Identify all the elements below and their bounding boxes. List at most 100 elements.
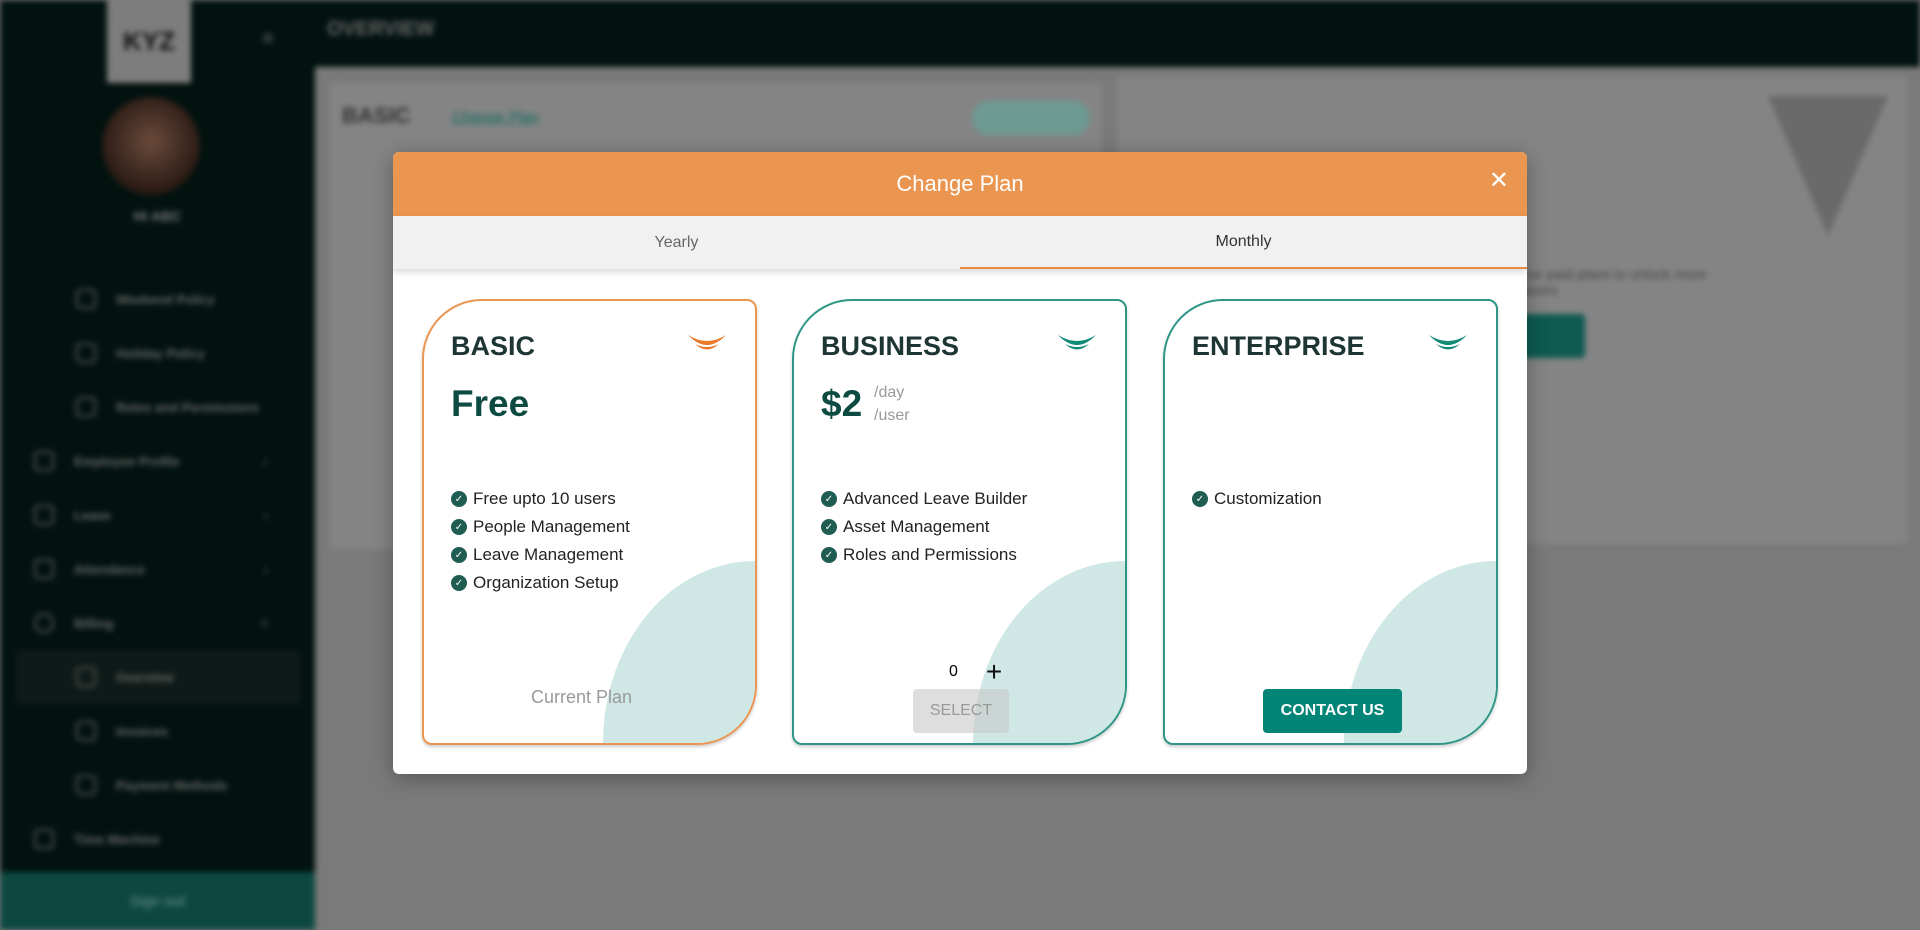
sidebar-item-attendance[interactable]: Attendance › [34,542,294,596]
check-icon: ✓ [821,519,837,535]
sidebar-item-payment-methods[interactable]: Payment Methods [76,758,227,812]
holiday-icon [76,343,96,363]
check-icon: ✓ [451,491,467,507]
chevron-right-icon: › [263,561,268,577]
sidebar-item-billing[interactable]: Billing ˅ [34,596,294,650]
feature-item: ✓ Leave Management [451,541,630,569]
feature-item: ✓ Free upto 10 users [451,485,630,513]
check-icon: ✓ [451,575,467,591]
change-plan-link[interactable]: Change Plan [452,109,539,126]
menu-icon[interactable]: ≡ [262,28,274,51]
modal-title: Change Plan [896,171,1024,196]
feature-item: ✓ Organization Setup [451,569,630,597]
feature-item: ✓ Customization [1192,485,1322,513]
plan-card-basic: BASIC Free ✓ Free upto 10 users ✓ People M… [422,299,757,745]
feature-list: ✓ Customization [1192,485,1322,513]
nav-label: Invoices [116,723,169,739]
plan-title: ENTERPRISE [1192,331,1365,361]
modal-header: Change Plan ✕ [393,152,1527,216]
nav-label: Payment Methods [116,777,228,793]
plan-card-business: BUSINESS $2 /day/user ✓ Advanced Leave Bu… [792,299,1127,745]
sidebar-item-overview[interactable]: Overview [16,650,301,704]
key-icon [76,397,96,417]
sidebar-item-employee-profile[interactable]: Employee Profile › [34,434,294,488]
sidebar-item-time-machine[interactable]: Time Machine [34,812,160,866]
check-icon: ✓ [821,547,837,563]
sidebar-item-leave[interactable]: Leave › [34,488,294,542]
price-unit: /day/user [874,381,910,427]
current-plan-label: Current Plan [530,687,633,707]
feature-item: ✓ People Management [451,513,630,541]
sidebar-item-weekend-policy[interactable]: Weekend Policy [76,272,215,326]
feature-text: Customization [1214,489,1322,508]
select-button[interactable]: SELECT [913,689,1009,733]
tab-monthly[interactable]: Monthly [960,216,1527,269]
check-icon: ✓ [451,519,467,535]
quantity-value: 0 [949,663,958,680]
change-plan-modal: Change Plan ✕ Yearly Monthly BASIC Free … [393,152,1527,774]
sidebar-item-roles[interactable]: Roles and Permissions [76,380,259,434]
feature-text: Advanced Leave Builder [843,489,1028,508]
plan-price: $2 [821,383,863,424]
check-icon: ✓ [821,491,837,507]
wings-icon [1429,335,1467,350]
feature-text: People Management [473,517,630,536]
logo: KYZ [107,0,191,83]
feature-item: ✓ Asset Management [821,513,1027,541]
feature-list: ✓ Advanced Leave Builder ✓ Asset Managemen… [821,485,1027,569]
feature-text: Roles and Permissions [843,545,1017,564]
nav-label: Overview [116,669,174,685]
badge [972,101,1090,135]
leave-icon [34,505,54,525]
unit-user: /user [874,407,910,424]
dollar-icon [34,613,54,633]
wings-icon [1058,335,1096,350]
sidebar-item-invoices[interactable]: Invoices [76,704,168,758]
feature-text: Asset Management [843,517,990,536]
sidebar-item-holiday-policy[interactable]: Holiday Policy [76,326,205,380]
nav-label: Billing [74,615,114,631]
card-icon [76,775,96,795]
sign-out-button[interactable]: Sign out [0,872,315,930]
close-icon[interactable]: ✕ [1489,166,1509,195]
upgrade-button[interactable] [1517,314,1585,358]
contact-us-button[interactable]: CONTACT US [1263,689,1402,733]
feature-text: Free upto 10 users [473,489,616,508]
invoice-icon [76,721,96,741]
calendar-icon [76,289,96,309]
billing-period-tabs: Yearly Monthly [393,216,1527,269]
page-title: OVERVIEW [327,18,435,40]
plus-icon[interactable]: + [986,656,1002,688]
check-icon: ✓ [1192,491,1208,507]
avatar [102,97,200,195]
attendance-icon [34,559,54,579]
tab-yearly[interactable]: Yearly [393,216,960,269]
current-plan-name: BASIC [342,103,411,128]
nav-label: Attendance [74,561,145,577]
decor-triangle [1768,96,1888,236]
document-icon [76,667,96,687]
sidebar: KYZ ≡ Hi ABC Weekend Policy Holiday Poli… [0,0,315,930]
wings-icon [688,335,726,350]
nav-label: Holiday Policy [116,345,205,361]
nav-label: Weekend Policy [116,291,215,307]
plan-title: BUSINESS [821,331,960,361]
chevron-down-icon: ˅ [260,615,268,631]
plan-card-enterprise: ENTERPRISE ✓ Customization CONTACT US [1163,299,1498,745]
profile-icon [34,451,54,471]
greeting: Hi ABC [133,208,182,224]
nav-label: Employee Profile [74,453,180,469]
clock-icon [34,829,54,849]
feature-item: ✓ Roles and Permissions [821,541,1027,569]
plan-price: Free [451,383,530,424]
feature-list: ✓ Free upto 10 users ✓ People Management ✓… [451,485,630,597]
chevron-right-icon: › [263,453,268,469]
user-quantity-stepper: 0 + [949,656,1002,688]
feature-text: Leave Management [473,545,624,564]
plan-title: BASIC [451,331,536,361]
top-bar: OVERVIEW [315,0,1920,67]
chevron-right-icon: › [263,507,268,523]
unit-day: /day [874,384,905,401]
feature-text: Organization Setup [473,573,619,592]
nav-label: Roles and Permissions [116,399,260,415]
